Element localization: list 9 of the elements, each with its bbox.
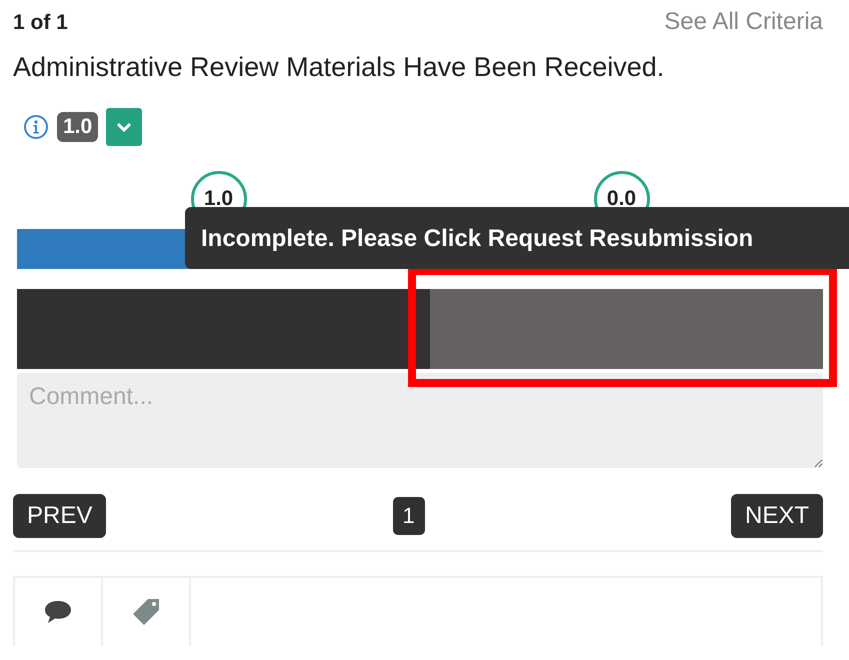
comment-field[interactable]: Comment...: [17, 373, 823, 468]
next-button[interactable]: NEXT: [730, 494, 823, 538]
see-all-criteria-link[interactable]: See All Criteria: [664, 8, 823, 36]
score-badge: 1.0: [57, 112, 98, 142]
item-counter: 1 of 1: [13, 11, 68, 35]
criterion-title: Administrative Review Materials Have Been Received.: [13, 52, 666, 83]
tooltip: Incomplete. Please Click Request Resubmission: [185, 207, 849, 269]
page-number[interactable]: 1: [392, 497, 425, 535]
prev-button[interactable]: PREV: [13, 494, 106, 538]
